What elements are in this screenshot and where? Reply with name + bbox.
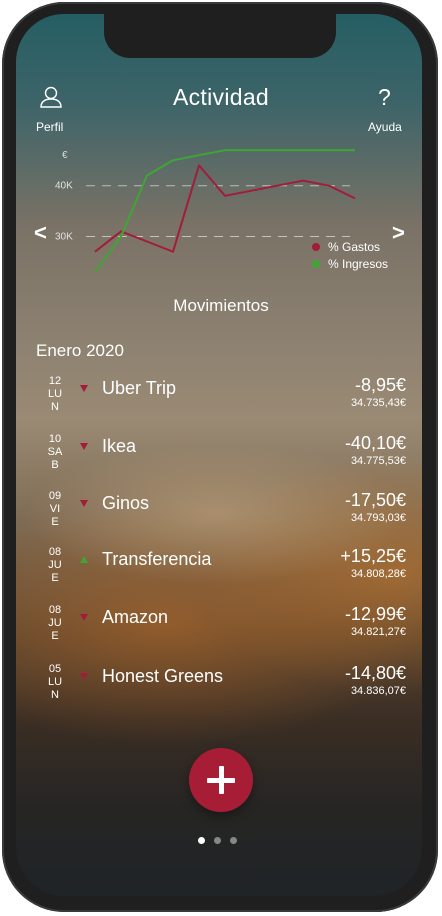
expense-arrow-icon	[80, 673, 88, 680]
date-day: 05	[48, 663, 62, 675]
date-day: 08	[48, 546, 62, 558]
transaction-amount: +15,25€	[340, 546, 406, 566]
legend-item-ingresos: % Ingresos	[312, 255, 388, 272]
income-arrow-icon	[80, 556, 88, 563]
date-weekday: SA	[47, 446, 63, 458]
transaction-row[interactable]: 08 JU E Amazon -12,99€ 34.821,27€	[0, 604, 442, 660]
date-weekday-end: E	[51, 516, 59, 528]
transaction-date: 09 VI E	[40, 490, 70, 529]
transaction-row[interactable]: 05 LU N Honest Greens -14,80€ 34.836,07€	[0, 663, 442, 719]
page-dot[interactable]	[230, 837, 237, 844]
page-indicator	[198, 837, 237, 844]
transaction-amount: -8,95€	[354, 375, 406, 395]
page-dot[interactable]	[214, 837, 221, 844]
help-icon[interactable]: ?	[378, 84, 391, 111]
help-label[interactable]: Ayuda	[368, 120, 402, 134]
date-day: 09	[48, 490, 62, 502]
transaction-balance: 34.793,03€	[350, 512, 406, 524]
transaction-balance: 34.821,27€	[350, 626, 406, 638]
date-weekday-end: N	[51, 401, 59, 413]
date-weekday-end: E	[51, 630, 59, 642]
transaction-name: Ginos	[102, 493, 150, 513]
transaction-balance: 34.735,43€	[350, 397, 406, 409]
chart-next-button[interactable]: >	[392, 220, 405, 246]
date-day: 12	[48, 375, 62, 387]
transaction-name: Transferencia	[102, 549, 212, 569]
chart-legend: % Gastos % Ingresos	[312, 238, 388, 272]
section-title: Movimientos	[173, 296, 269, 315]
date-weekday: LU	[47, 676, 63, 688]
month-heading: Enero 2020	[36, 341, 124, 360]
transaction-name: Ikea	[102, 436, 137, 456]
date-weekday: JU	[48, 559, 62, 571]
transaction-amount: -14,80€	[344, 663, 406, 683]
transaction-date: 10 SA B	[40, 433, 70, 472]
transaction-date: 12 LU N	[40, 375, 70, 414]
transaction-date: 05 LU N	[40, 663, 70, 702]
date-day: 08	[48, 604, 62, 616]
transaction-amount: -12,99€	[344, 604, 406, 624]
date-weekday-end: N	[51, 689, 59, 701]
transaction-amount: -40,10€	[344, 433, 406, 453]
transaction-amount: -17,50€	[344, 490, 406, 510]
transaction-row[interactable]: 08 JU E Transferencia +15,25€ 34.808,28€	[0, 546, 442, 602]
transaction-balance: 34.775,53€	[350, 455, 406, 467]
transaction-name: Uber Trip	[102, 378, 177, 398]
chart-prev-button[interactable]: <	[34, 220, 47, 246]
transaction-row[interactable]: 12 LU N Uber Trip -8,95€ 34.735,43€	[0, 375, 442, 431]
transaction-balance: 34.836,07€	[350, 685, 406, 697]
date-day: 10	[48, 433, 62, 445]
date-weekday-end: E	[51, 572, 59, 584]
legend-dot	[312, 242, 320, 251]
transaction-row[interactable]: 09 VI E Ginos -17,50€ 34.793,03€	[0, 490, 442, 546]
expense-arrow-icon	[80, 614, 88, 621]
expense-arrow-icon	[80, 443, 88, 450]
transaction-balance: 34.808,28€	[350, 568, 406, 580]
legend-dot	[312, 259, 320, 268]
phone-notch	[104, 14, 336, 58]
page-title: Actividad	[172, 84, 270, 110]
legend-label: % Gastos	[328, 239, 381, 254]
transaction-date: 08 JU E	[40, 604, 70, 643]
date-weekday: LU	[47, 388, 63, 400]
profile-label[interactable]: Perfil	[36, 120, 63, 134]
transaction-name: Amazon	[102, 607, 169, 627]
legend-item-gastos: % Gastos	[312, 238, 388, 255]
date-weekday-end: B	[51, 459, 59, 471]
add-transaction-button[interactable]	[189, 748, 253, 812]
transaction-row[interactable]: 10 SA B Ikea -40,10€ 34.775,53€	[0, 433, 442, 489]
expense-arrow-icon	[80, 500, 88, 507]
date-weekday: JU	[48, 617, 62, 629]
transaction-date: 08 JU E	[40, 546, 70, 585]
expense-arrow-icon	[80, 385, 88, 392]
date-weekday: VI	[49, 503, 61, 515]
page-dot[interactable]	[198, 837, 205, 844]
transaction-name: Honest Greens	[102, 666, 224, 686]
legend-label: % Ingresos	[328, 256, 389, 271]
